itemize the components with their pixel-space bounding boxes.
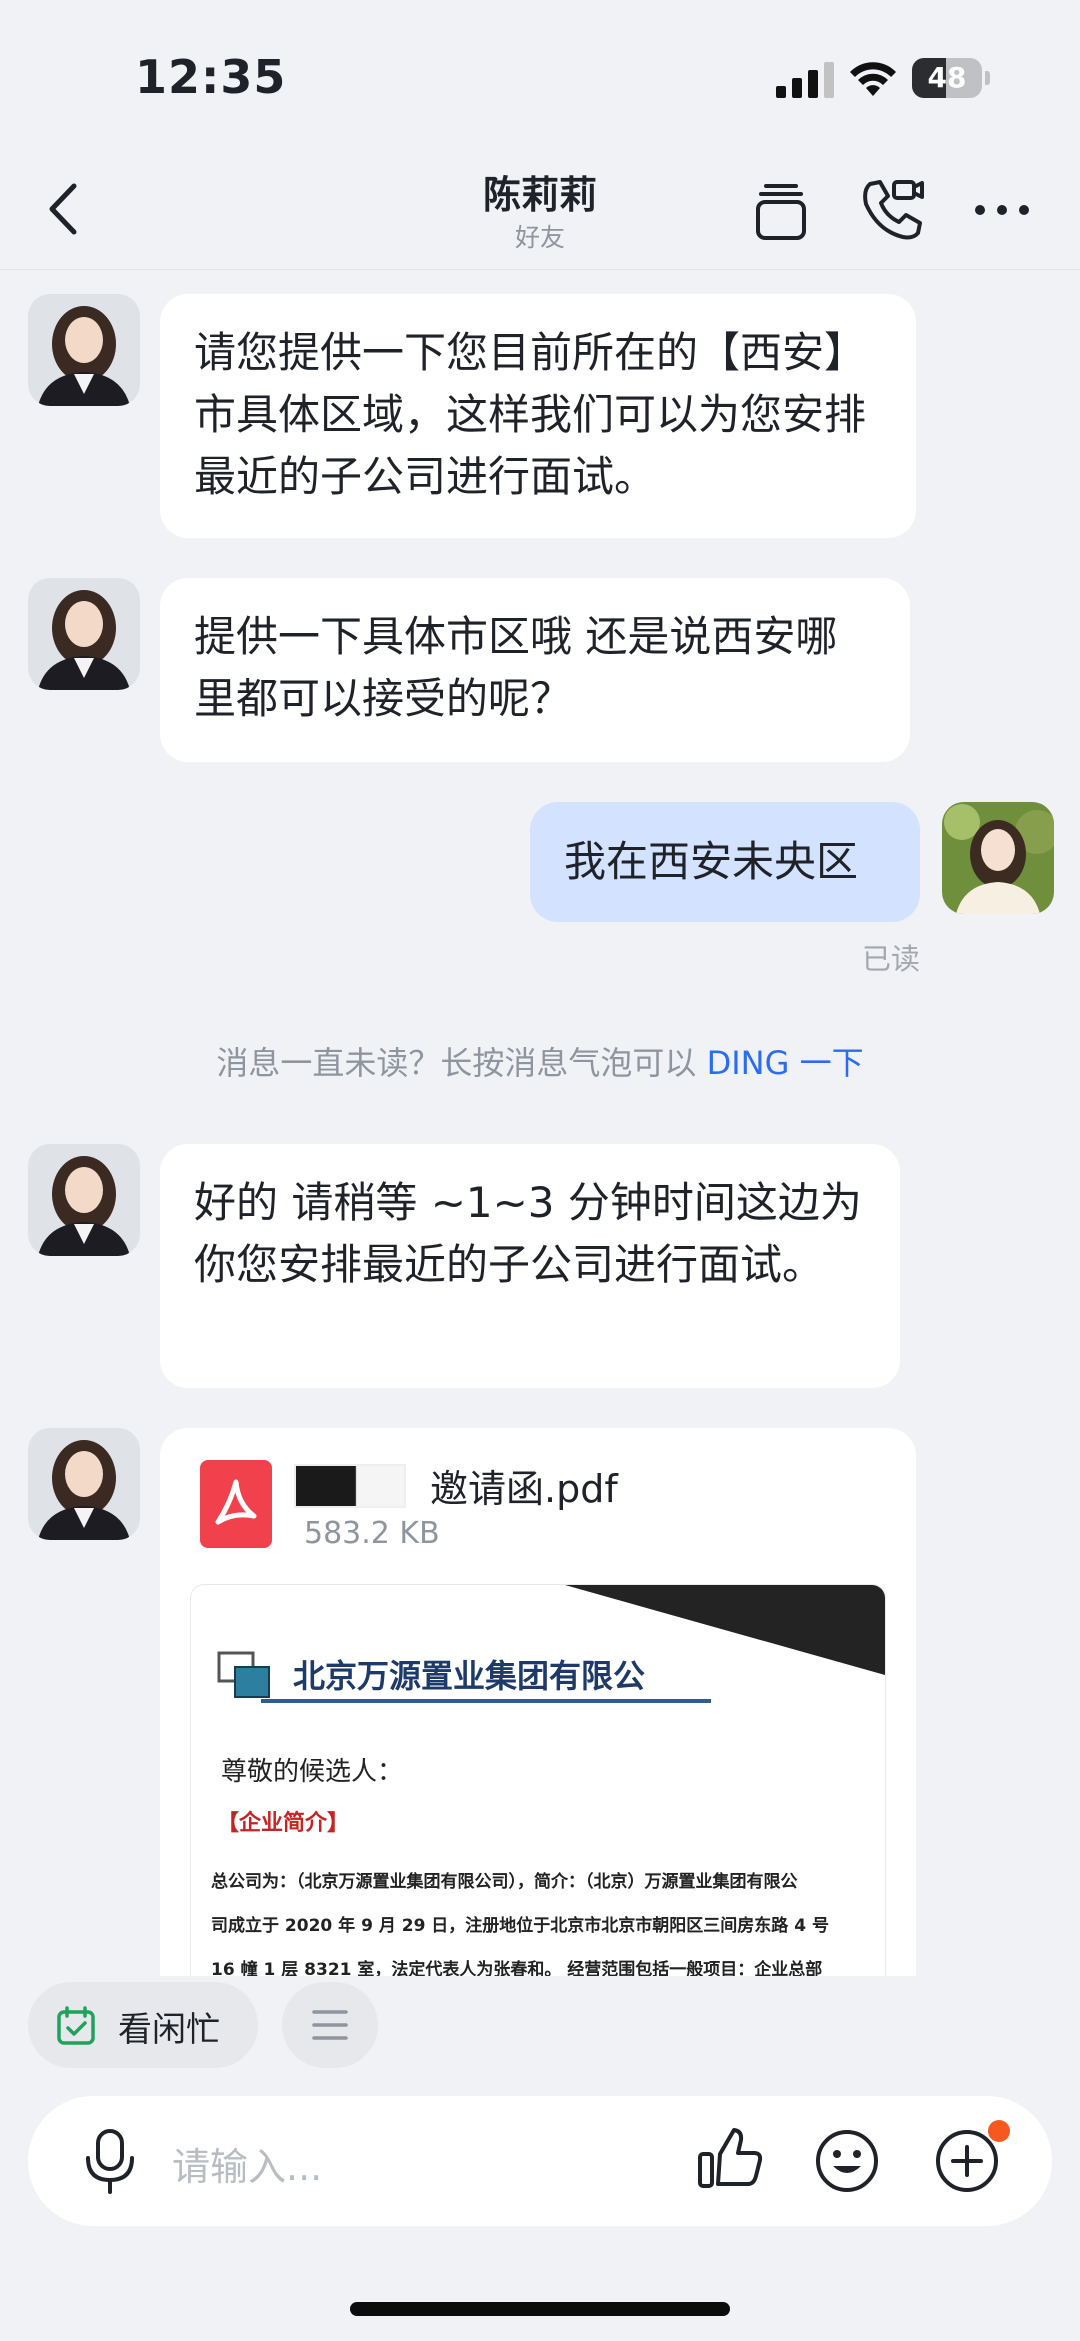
smile-icon[interactable] [814,2128,880,2194]
contact-avatar[interactable] [28,1428,140,1540]
read-status: 已读 [861,942,920,976]
battery-level: 48 [927,61,967,94]
ding-link[interactable]: DING 一下 [707,1044,864,1082]
preview-text-line: 司成立于 2020 年 9 月 29 日，注册地位于北京市北京市朝阳区三间房东路… [211,1916,829,1936]
file-name: 邀请函.pdf [430,1467,618,1511]
message-bubble[interactable]: 提供一下具体市区哦 还是说西安哪里都可以接受的呢？ [160,578,910,762]
ding-hint-text: 消息一直未读？长按消息气泡可以 [216,1044,707,1082]
my-message-bubble[interactable]: 我在西安未央区 [530,802,920,922]
contact-relation: 好友 [514,223,565,252]
notification-dot [988,2120,1010,2142]
thumbs-up-icon[interactable] [696,2126,764,2192]
quick-action-bar: 看闲忙 [0,1976,1080,2096]
preview-company-name: 北京万源置业集团有限公 [293,1657,646,1695]
home-indicator[interactable] [350,2302,730,2316]
pdf-icon [200,1460,272,1548]
message-bubble[interactable]: 好的 请稍等 ~1~3 分钟时间这边为你您安排最近的子公司进行面试。 [160,1144,900,1388]
file-message-card[interactable]: 邀请函.pdf 583.2 KB 北京万源置业集团有限公 尊敬的候选人： 【企业… [160,1428,916,1988]
message-text: 好的 请稍等 ~1~3 分钟时间这边为你您安排最近的子公司进行面试。 [194,1178,862,1289]
message-input[interactable]: 请输入... [172,2136,322,2191]
availability-label: 看闲忙 [118,2010,220,2050]
availability-button[interactable]: 看闲忙 [28,1982,258,2068]
signal-icon [776,62,834,98]
message-text: 提供一下具体市区哦 还是说西安哪里都可以接受的呢？ [194,612,838,723]
menu-button[interactable] [282,1982,378,2068]
battery-icon: 48 [912,58,990,98]
status-bar: 12:35 48 [0,0,1080,150]
file-size: 583.2 KB [304,1516,440,1551]
clock: 12:35 [135,50,287,104]
microphone-icon[interactable] [80,2128,140,2194]
my-avatar[interactable] [942,802,1054,914]
more-icon[interactable] [970,190,1034,230]
preview-text-line: 总公司为：（北京万源置业集团有限公司），简介：（北京）万源置业集团有限公 [211,1872,798,1892]
contact-name[interactable]: 陈莉莉 [390,164,690,219]
document-preview[interactable]: 北京万源置业集团有限公 尊敬的候选人： 【企业简介】 总公司为：（北京万源置业集… [190,1584,886,1988]
preview-section-title: 【企业简介】 [217,1811,350,1836]
contact-avatar[interactable] [28,1144,140,1256]
message-text: 我在西安未央区 [564,837,859,886]
calendar-check-icon [57,2006,95,2045]
message-text: 请您提供一下您目前所在的【西安】市具体区域，这样我们可以为您安排最近的子公司进行… [194,328,867,501]
copy-icon[interactable] [752,178,810,242]
redacted-filename [294,1464,406,1508]
contact-avatar[interactable] [28,578,140,690]
wifi-icon [850,62,896,96]
ding-hint: 消息一直未读？长按消息气泡可以 DING 一下 [0,1038,1080,1084]
preview-divider [261,1699,711,1703]
company-logo-icon [217,1651,270,1698]
chat-header: 陈莉莉 好友 [0,150,1080,270]
preview-salutation: 尊敬的候选人： [221,1757,404,1787]
contact-avatar[interactable] [28,294,140,406]
menu-icon [312,2010,348,2040]
message-bubble[interactable]: 请您提供一下您目前所在的【西安】市具体区域，这样我们可以为您安排最近的子公司进行… [160,294,916,538]
message-input-bar: 请输入... [28,2096,1052,2226]
chevron-left-icon[interactable] [36,174,96,244]
video-call-icon[interactable] [858,176,926,242]
